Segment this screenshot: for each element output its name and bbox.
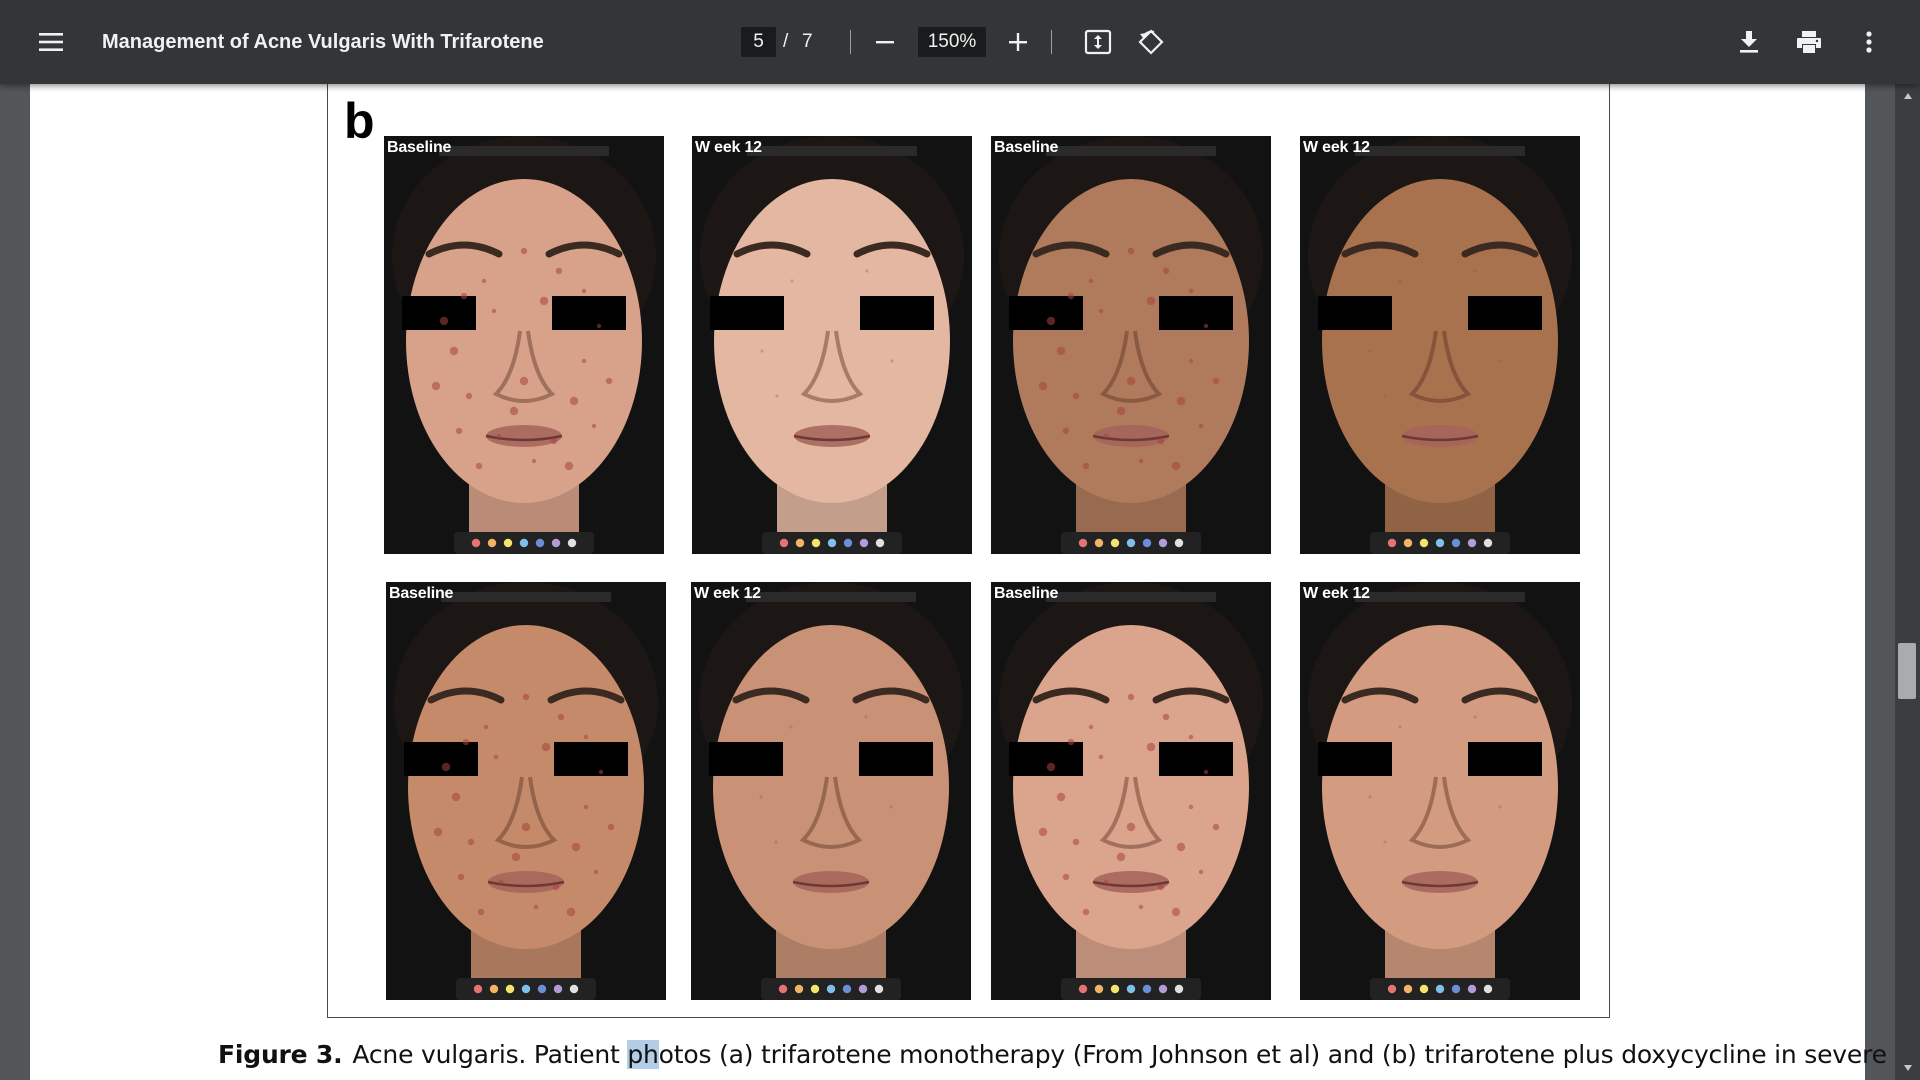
caption-text: otos (a) trifarotene monotherapy (From J… — [658, 1040, 1887, 1069]
face-image — [384, 136, 664, 554]
face-image — [991, 582, 1271, 1000]
page-number-input[interactable]: 5 — [741, 27, 776, 57]
face-image — [692, 136, 972, 554]
rotate-counterclockwise-icon — [1137, 28, 1165, 56]
patient-photo: Baseline — [991, 136, 1271, 554]
hamburger-menu-icon — [38, 32, 64, 52]
download-button[interactable] — [1725, 18, 1773, 66]
minus-icon — [874, 31, 896, 53]
print-button[interactable] — [1785, 18, 1833, 66]
viewer-toolbar: Management of Acne Vulgaris With Trifaro… — [0, 0, 1920, 84]
photo-label: Baseline — [994, 585, 1059, 602]
page-separator: / — [783, 31, 789, 52]
caption-text: Acne vulgaris. Patient — [352, 1040, 628, 1069]
vertical-scrollbar[interactable] — [1895, 84, 1920, 1080]
photo-label: W eek 12 — [695, 139, 762, 156]
face-image — [1300, 136, 1580, 554]
more-actions-button[interactable] — [1845, 18, 1893, 66]
patient-photo: W eek 12 — [1300, 582, 1580, 1000]
fit-to-page-button[interactable] — [1074, 18, 1122, 66]
toolbar-divider — [850, 30, 851, 54]
face-image — [991, 136, 1271, 554]
photo-label: Baseline — [994, 139, 1059, 156]
scroll-down-arrow-icon — [1903, 1059, 1913, 1077]
figure-panel-letter: b — [344, 93, 375, 149]
face-image — [1300, 582, 1580, 1000]
patient-photo: W eek 12 — [1300, 136, 1580, 554]
patient-photo: W eek 12 — [691, 582, 971, 1000]
zoom-out-button[interactable] — [861, 18, 909, 66]
face-image — [691, 582, 971, 1000]
menu-button[interactable] — [27, 18, 75, 66]
patient-photo: W eek 12 — [692, 136, 972, 554]
face-image — [386, 582, 666, 1000]
document-title: Management of Acne Vulgaris With Trifaro… — [102, 31, 544, 53]
photo-label: Baseline — [387, 139, 452, 156]
rotate-button[interactable] — [1127, 18, 1175, 66]
fit-to-page-icon — [1084, 29, 1112, 55]
scroll-up-arrow-icon — [1903, 87, 1913, 105]
photo-label: W eek 12 — [1303, 585, 1370, 602]
print-icon — [1796, 30, 1822, 54]
scroll-up-button[interactable] — [1895, 86, 1920, 106]
scrollbar-thumb[interactable] — [1898, 643, 1916, 700]
patient-photo: Baseline — [991, 582, 1271, 1000]
plus-icon — [1007, 31, 1029, 53]
download-icon — [1738, 30, 1760, 54]
pdf-viewer: Management of Acne Vulgaris With Trifaro… — [0, 0, 1920, 1080]
figure-caption-label: Figure 3. — [218, 1040, 343, 1069]
photo-label: W eek 12 — [694, 585, 761, 602]
photo-label: Baseline — [389, 585, 454, 602]
more-vertical-icon — [1865, 30, 1873, 54]
photo-label: W eek 12 — [1303, 139, 1370, 156]
figure-caption[interactable]: Figure 3. Acne vulgaris. Patient photos (… — [218, 1040, 1887, 1069]
scroll-down-button[interactable] — [1895, 1058, 1920, 1078]
toolbar-divider — [1051, 30, 1052, 54]
patient-photo: Baseline — [384, 136, 664, 554]
document-viewport[interactable]: b Baseline W eek 12 Baseline W eek 12 Ba… — [0, 80, 1920, 1080]
zoom-level-input[interactable]: 150% — [918, 27, 986, 57]
patient-photo: Baseline — [386, 582, 666, 1000]
text-selection-highlight[interactable]: ph — [627, 1040, 659, 1069]
zoom-in-button[interactable] — [994, 18, 1042, 66]
page-total: 7 — [802, 31, 813, 52]
pdf-page: b Baseline W eek 12 Baseline W eek 12 Ba… — [30, 80, 1887, 1080]
